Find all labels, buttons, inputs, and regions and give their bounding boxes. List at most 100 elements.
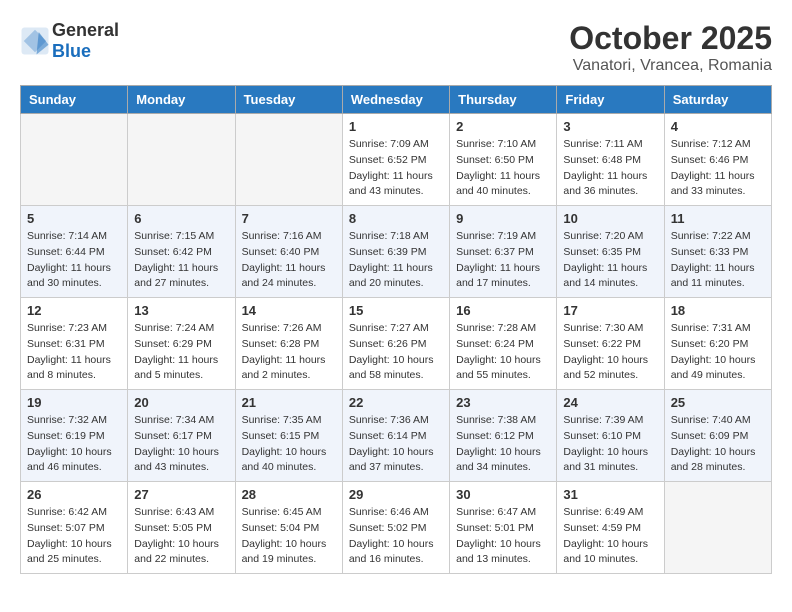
day-cell: 28 Sunrise: 6:45 AMSunset: 5:04 PMDayligh… [235, 482, 342, 574]
day-number: 5 [27, 211, 121, 226]
day-cell: 20 Sunrise: 7:34 AMSunset: 6:17 PMDayligh… [128, 390, 235, 482]
day-number: 11 [671, 211, 765, 226]
day-cell: 29Sunrise: 6:46 AMSunset: 5:02 PMDayligh… [342, 482, 449, 574]
logo-general: General [52, 20, 119, 40]
day-number: 19 [27, 395, 121, 410]
day-info: Sunrise: 7:09 AMSunset: 6:52 PMDaylight:… [349, 137, 443, 200]
day-info: Sunrise: 7:28 AMSunset: 6:24 PMDaylight:… [456, 321, 550, 384]
calendar-table: SundayMondayTuesdayWednesdayThursdayFrid… [20, 85, 772, 574]
day-cell: 15 Sunrise: 7:27 AMSunset: 6:26 PMDayligh… [342, 298, 449, 390]
weekday-header-saturday: Saturday [664, 86, 771, 114]
day-cell: 30 Sunrise: 6:47 AMSunset: 5:01 PMDayligh… [450, 482, 557, 574]
day-cell: 25Sunrise: 7:40 AMSunset: 6:09 PMDayligh… [664, 390, 771, 482]
weekday-header-friday: Friday [557, 86, 664, 114]
day-info: Sunrise: 7:31 AMSunset: 6:20 PMDaylight:… [671, 321, 765, 384]
day-cell: 9Sunrise: 7:19 AMSunset: 6:37 PMDaylight… [450, 206, 557, 298]
day-cell [21, 114, 128, 206]
day-cell: 12 Sunrise: 7:23 AMSunset: 6:31 PMDayligh… [21, 298, 128, 390]
day-info: Sunrise: 7:11 AMSunset: 6:48 PMDaylight:… [563, 137, 657, 200]
day-number: 16 [456, 303, 550, 318]
logo-blue: Blue [52, 41, 91, 61]
day-number: 14 [242, 303, 336, 318]
day-number: 6 [134, 211, 228, 226]
day-number: 26 [27, 487, 121, 502]
day-cell: 19 Sunrise: 7:32 AMSunset: 6:19 PMDayligh… [21, 390, 128, 482]
day-info: Sunrise: 7:18 AMSunset: 6:39 PMDaylight:… [349, 229, 443, 292]
day-info: Sunrise: 7:14 AMSunset: 6:44 PMDaylight:… [27, 229, 121, 292]
day-info: Sunrise: 6:45 AMSunset: 5:04 PMDaylight:… [242, 505, 336, 568]
week-row-5: 26 Sunrise: 6:42 AMSunset: 5:07 PMDayligh… [21, 482, 772, 574]
day-info: Sunrise: 6:43 AMSunset: 5:05 PMDaylight:… [134, 505, 228, 568]
day-cell: 21Sunrise: 7:35 AMSunset: 6:15 PMDayligh… [235, 390, 342, 482]
week-row-4: 19 Sunrise: 7:32 AMSunset: 6:19 PMDayligh… [21, 390, 772, 482]
day-number: 4 [671, 119, 765, 134]
day-cell: 8 Sunrise: 7:18 AMSunset: 6:39 PMDaylight… [342, 206, 449, 298]
day-number: 10 [563, 211, 657, 226]
weekday-header-sunday: Sunday [21, 86, 128, 114]
day-number: 3 [563, 119, 657, 134]
day-number: 25 [671, 395, 765, 410]
week-row-3: 12 Sunrise: 7:23 AMSunset: 6:31 PMDayligh… [21, 298, 772, 390]
day-info: Sunrise: 6:49 AMSunset: 4:59 PMDaylight:… [563, 505, 657, 568]
day-info: Sunrise: 6:42 AMSunset: 5:07 PMDaylight:… [27, 505, 121, 568]
day-cell: 22 Sunrise: 7:36 AMSunset: 6:14 PMDayligh… [342, 390, 449, 482]
logo: General Blue [20, 20, 119, 62]
day-info: Sunrise: 7:38 AMSunset: 6:12 PMDaylight:… [456, 413, 550, 476]
day-cell: 2Sunrise: 7:10 AMSunset: 6:50 PMDaylight… [450, 114, 557, 206]
week-row-2: 5 Sunrise: 7:14 AMSunset: 6:44 PMDaylight… [21, 206, 772, 298]
day-number: 17 [563, 303, 657, 318]
day-info: Sunrise: 7:27 AMSunset: 6:26 PMDaylight:… [349, 321, 443, 384]
week-row-1: 1 Sunrise: 7:09 AMSunset: 6:52 PMDaylight… [21, 114, 772, 206]
day-info: Sunrise: 7:20 AMSunset: 6:35 PMDaylight:… [563, 229, 657, 292]
day-cell: 18 Sunrise: 7:31 AMSunset: 6:20 PMDayligh… [664, 298, 771, 390]
title-section: October 2025 Vanatori, Vrancea, Romania [569, 20, 772, 75]
day-number: 8 [349, 211, 443, 226]
day-info: Sunrise: 7:12 AMSunset: 6:46 PMDaylight:… [671, 137, 765, 200]
day-number: 1 [349, 119, 443, 134]
day-number: 22 [349, 395, 443, 410]
day-number: 18 [671, 303, 765, 318]
day-cell: 26 Sunrise: 6:42 AMSunset: 5:07 PMDayligh… [21, 482, 128, 574]
weekday-header-wednesday: Wednesday [342, 86, 449, 114]
day-cell: 17 Sunrise: 7:30 AMSunset: 6:22 PMDayligh… [557, 298, 664, 390]
location-subtitle: Vanatori, Vrancea, Romania [569, 57, 772, 75]
day-info: Sunrise: 7:22 AMSunset: 6:33 PMDaylight:… [671, 229, 765, 292]
day-number: 28 [242, 487, 336, 502]
day-number: 15 [349, 303, 443, 318]
day-cell: 10 Sunrise: 7:20 AMSunset: 6:35 PMDayligh… [557, 206, 664, 298]
day-number: 12 [27, 303, 121, 318]
day-cell [128, 114, 235, 206]
day-number: 23 [456, 395, 550, 410]
day-cell: 23 Sunrise: 7:38 AMSunset: 6:12 PMDayligh… [450, 390, 557, 482]
day-cell: 7Sunrise: 7:16 AMSunset: 6:40 PMDaylight… [235, 206, 342, 298]
day-info: Sunrise: 7:36 AMSunset: 6:14 PMDaylight:… [349, 413, 443, 476]
day-info: Sunrise: 7:34 AMSunset: 6:17 PMDaylight:… [134, 413, 228, 476]
day-cell: 14 Sunrise: 7:26 AMSunset: 6:28 PMDayligh… [235, 298, 342, 390]
day-cell: 4 Sunrise: 7:12 AMSunset: 6:46 PMDaylight… [664, 114, 771, 206]
day-number: 29 [349, 487, 443, 502]
day-number: 27 [134, 487, 228, 502]
day-number: 21 [242, 395, 336, 410]
day-cell: 1 Sunrise: 7:09 AMSunset: 6:52 PMDaylight… [342, 114, 449, 206]
day-cell: 27 Sunrise: 6:43 AMSunset: 5:05 PMDayligh… [128, 482, 235, 574]
day-number: 20 [134, 395, 228, 410]
day-cell: 31Sunrise: 6:49 AMSunset: 4:59 PMDayligh… [557, 482, 664, 574]
day-cell [235, 114, 342, 206]
month-title: October 2025 [569, 20, 772, 57]
day-number: 30 [456, 487, 550, 502]
day-cell: 24 Sunrise: 7:39 AMSunset: 6:10 PMDayligh… [557, 390, 664, 482]
day-info: Sunrise: 7:39 AMSunset: 6:10 PMDaylight:… [563, 413, 657, 476]
day-cell: 16 Sunrise: 7:28 AMSunset: 6:24 PMDayligh… [450, 298, 557, 390]
day-info: Sunrise: 6:47 AMSunset: 5:01 PMDaylight:… [456, 505, 550, 568]
day-info: Sunrise: 7:26 AMSunset: 6:28 PMDaylight:… [242, 321, 336, 384]
day-info: Sunrise: 7:16 AMSunset: 6:40 PMDaylight:… [242, 229, 336, 292]
day-number: 13 [134, 303, 228, 318]
day-number: 24 [563, 395, 657, 410]
day-info: Sunrise: 7:32 AMSunset: 6:19 PMDaylight:… [27, 413, 121, 476]
day-cell: 13 Sunrise: 7:24 AMSunset: 6:29 PMDayligh… [128, 298, 235, 390]
day-number: 9 [456, 211, 550, 226]
day-cell: 5 Sunrise: 7:14 AMSunset: 6:44 PMDaylight… [21, 206, 128, 298]
day-info: Sunrise: 7:30 AMSunset: 6:22 PMDaylight:… [563, 321, 657, 384]
day-info: Sunrise: 7:23 AMSunset: 6:31 PMDaylight:… [27, 321, 121, 384]
day-info: Sunrise: 7:24 AMSunset: 6:29 PMDaylight:… [134, 321, 228, 384]
